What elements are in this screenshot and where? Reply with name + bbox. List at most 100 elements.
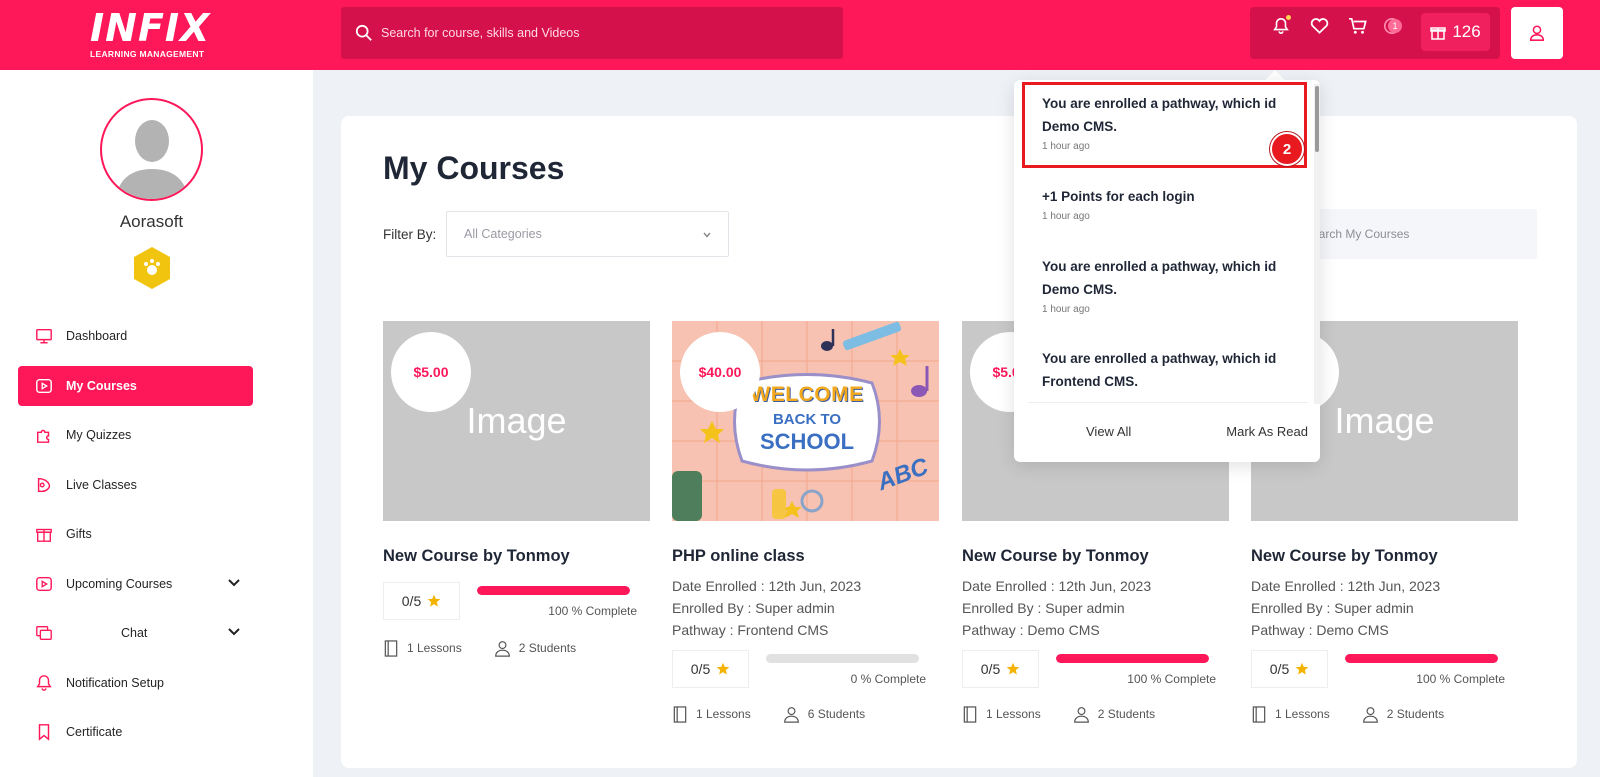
gift-icon: [1430, 27, 1447, 40]
notification-text: You are enrolled a pathway, which id Dem…: [1042, 259, 1277, 297]
notification-bell-button[interactable]: [1269, 14, 1293, 38]
user-icon: [494, 640, 510, 657]
students-count: 6 Students: [783, 706, 865, 723]
star-icon: [427, 594, 441, 607]
mark-as-read-button[interactable]: Mark As Read: [1226, 424, 1308, 439]
rating-box: 0/5: [1251, 650, 1328, 688]
chevron-down-icon[interactable]: [227, 576, 241, 590]
date-enrolled: Date Enrolled : 12th Jun, 2023: [1251, 578, 1441, 594]
progress-text: 100 % Complete: [1416, 672, 1505, 686]
sidebar-item-dashboard[interactable]: Dashboard: [18, 316, 253, 356]
main-panel: My Courses Filter By: All Categories Sea…: [341, 116, 1577, 768]
chevron-down-icon: [703, 232, 711, 238]
sidebar-item-my-quizzes[interactable]: My Quizzes: [18, 415, 253, 455]
banner-line-welcome: WELCOME: [750, 383, 864, 406]
sidebar-item-gifts[interactable]: Gifts: [18, 514, 253, 554]
course-title[interactable]: New Course by Tonmoy: [1251, 547, 1518, 566]
sidebar-item-live-classes[interactable]: Live Classes: [18, 465, 253, 505]
enrolled-by: Enrolled By : Super admin: [1251, 600, 1414, 616]
pathway: Pathway : Frontend CMS: [672, 622, 829, 638]
book-icon: [963, 705, 977, 723]
live-icon: [34, 475, 54, 495]
rating-value: 0/5: [1269, 661, 1290, 677]
sidebar-item-upcoming-courses[interactable]: Upcoming Courses: [18, 564, 253, 604]
students-count: 2 Students: [1362, 706, 1444, 723]
book-icon: [384, 639, 398, 657]
progress-text: 0 % Complete: [850, 672, 926, 686]
sidebar-item-notification-setup[interactable]: Notification Setup: [18, 663, 253, 703]
rating-value: 0/5: [401, 593, 422, 609]
sidebar-item-certificate[interactable]: Certificate: [18, 712, 253, 752]
notification-text: You are enrolled a pathway, which id Fro…: [1042, 351, 1277, 389]
course-thumbnail[interactable]: Image $5.00: [383, 321, 650, 521]
sidebar-item-label: Dashboard: [66, 329, 128, 343]
notification-item[interactable]: +1 Points for each login 1 hour ago: [1042, 185, 1292, 222]
pathway: Pathway : Demo CMS: [1251, 622, 1389, 638]
filter-label: Filter By:: [383, 227, 437, 242]
search-input[interactable]: [381, 26, 801, 40]
students-count: 2 Students: [494, 640, 576, 657]
chevron-down-icon[interactable]: [227, 625, 241, 639]
lessons-count-text: 1 Lessons: [1275, 707, 1330, 721]
category-filter-select[interactable]: All Categories: [446, 211, 729, 257]
profile-avatar[interactable]: [100, 98, 203, 201]
course-title[interactable]: New Course by Tonmoy: [383, 547, 650, 566]
logo[interactable]: INFIX LEARNING MANAGEMENT: [90, 8, 215, 60]
user-icon: [783, 706, 799, 723]
search-my-courses-input[interactable]: Search My Courses: [1286, 209, 1537, 259]
students-count-text: 6 Students: [807, 707, 866, 721]
play-icon: [34, 574, 54, 594]
view-all-button[interactable]: View All: [1086, 424, 1131, 439]
lessons-count: 1 Lessons: [1251, 705, 1330, 723]
enrolled-by: Enrolled By : Super admin: [672, 600, 835, 616]
notification-list: You are enrolled a pathway, which id Dem…: [1014, 80, 1320, 402]
notification-footer: View All Mark As Read: [1028, 402, 1308, 460]
wishlist-button[interactable]: [1307, 14, 1331, 38]
price-badge: $5.00: [391, 332, 471, 412]
date-enrolled: Date Enrolled : 12th Jun, 2023: [962, 578, 1152, 594]
course-thumbnail[interactable]: WELCOME BACK TO SCHOOL ABC $40.00: [672, 321, 939, 521]
sidebar-item-my-courses[interactable]: My Courses: [18, 365, 253, 406]
progress-bar-fill: [1345, 654, 1498, 663]
course-title[interactable]: New Course by Tonmoy: [962, 547, 1229, 566]
user-menu-button[interactable]: [1511, 7, 1563, 59]
profile-name: Aorasoft: [119, 212, 184, 231]
course-title[interactable]: PHP online class: [672, 547, 939, 566]
course-card[interactable]: WELCOME BACK TO SCHOOL ABC $40.00 PHP on…: [672, 321, 939, 724]
points-badge[interactable]: 126: [1421, 13, 1490, 51]
students-count: 2 Students: [1073, 706, 1155, 723]
step-number-badge: 2: [1270, 132, 1304, 166]
logo-text: INFIX: [90, 6, 211, 50]
progress-bar-fill: [1056, 654, 1209, 663]
lessons-count-text: 1 Lessons: [696, 707, 751, 721]
notification-item[interactable]: You are enrolled a pathway, which id Fro…: [1042, 347, 1292, 393]
cart-button[interactable]: [1346, 14, 1370, 38]
notification-text: +1 Points for each login: [1042, 189, 1195, 204]
global-search: [341, 7, 843, 59]
puzzle-icon: [34, 425, 54, 445]
price-badge: $40.00: [680, 332, 760, 412]
rating-box: 0/5: [672, 650, 749, 688]
sidebar-item-label: Upcoming Courses: [66, 576, 173, 591]
book-icon: [673, 705, 687, 723]
enrolled-by: Enrolled By : Super admin: [962, 600, 1125, 616]
notification-item[interactable]: You are enrolled a pathway, which id Dem…: [1042, 255, 1292, 315]
progress-bar-fill: [477, 586, 630, 595]
logo-subtitle: LEARNING MANAGEMENT: [90, 49, 205, 59]
progress-bar: [766, 654, 919, 663]
highlight-annotation-box: [1022, 82, 1307, 168]
rating-box: 0/5: [962, 650, 1039, 688]
bell-icon: [34, 673, 54, 693]
lessons-count-text: 1 Lessons: [407, 641, 462, 655]
notification-scrollbar-thumb[interactable]: [1315, 86, 1319, 152]
lessons-count-text: 1 Lessons: [986, 707, 1041, 721]
progress-text: 100 % Complete: [548, 604, 637, 618]
progress-bar: [1056, 654, 1209, 663]
sidebar: Aorasoft Dashboard My Courses My Quizzes…: [0, 70, 313, 777]
banner-line-back-to: BACK TO: [772, 411, 842, 428]
sidebar-item-chat[interactable]: Chat: [18, 613, 253, 653]
course-card[interactable]: Image $5.00 New Course by Tonmoy 0/5 100…: [383, 321, 650, 658]
level-badge-icon: [134, 247, 170, 289]
default-avatar-icon: [115, 120, 188, 199]
lessons-count: 1 Lessons: [383, 639, 462, 657]
